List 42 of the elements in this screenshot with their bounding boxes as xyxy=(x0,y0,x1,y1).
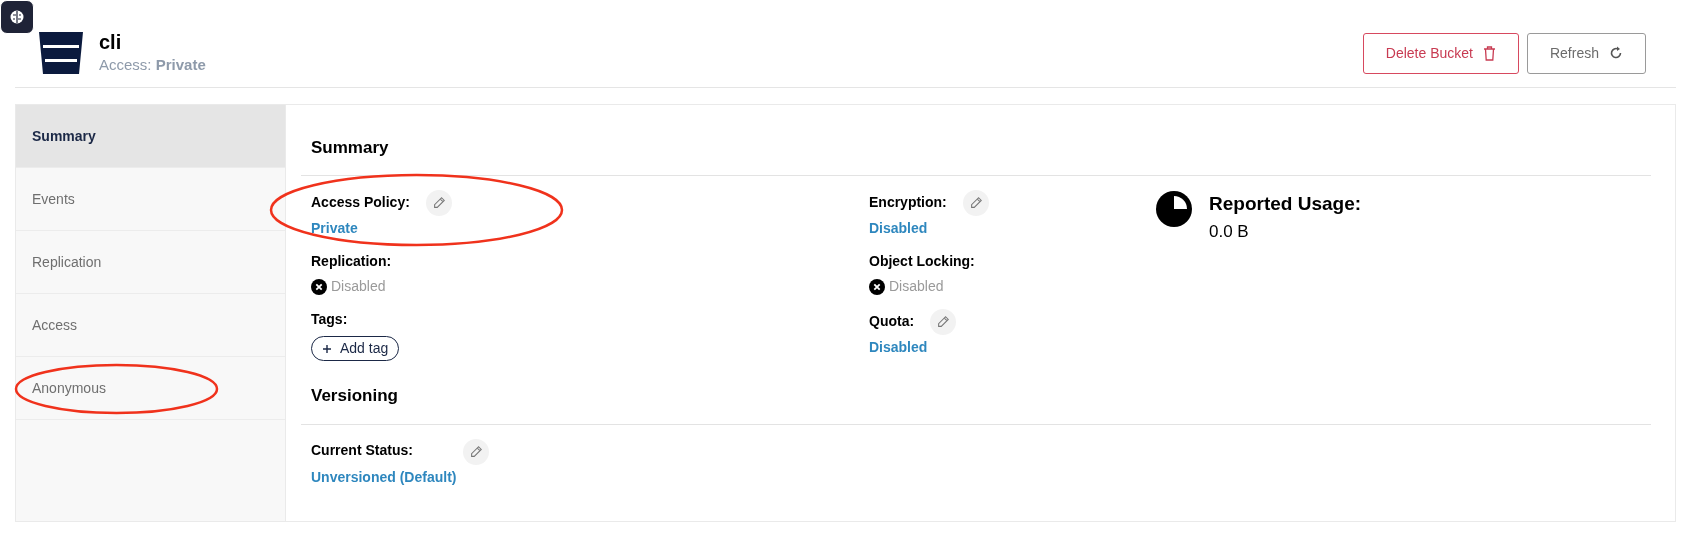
status-text: Disabled xyxy=(331,277,386,296)
pie-chart-icon xyxy=(1155,190,1193,228)
edit-button[interactable] xyxy=(462,438,489,465)
field-label: Replication: xyxy=(311,252,392,271)
bucket-title: cli xyxy=(99,30,123,54)
sidebar-item[interactable]: Replication xyxy=(16,230,285,294)
sidebar-item[interactable]: Anonymous xyxy=(16,356,285,420)
field-label: Tags: xyxy=(311,310,348,329)
sidebar-item[interactable]: Access xyxy=(16,293,285,357)
field-value-link[interactable]: Disabled xyxy=(869,218,989,239)
usage-title: Reported Usage: xyxy=(1209,192,1362,216)
section-title: Versioning xyxy=(301,373,1651,425)
access-text: Access: Private xyxy=(99,55,206,75)
field-value-link[interactable]: Disabled xyxy=(869,337,957,358)
bucket-icon xyxy=(37,30,85,77)
trash-icon xyxy=(1482,45,1496,61)
plus-icon xyxy=(322,344,332,355)
edit-button[interactable] xyxy=(425,190,452,216)
field-label: Current Status: xyxy=(311,441,413,461)
add-tag-button[interactable]: Add tag xyxy=(311,336,400,361)
disabled-x-icon xyxy=(869,278,885,295)
edit-button[interactable] xyxy=(962,190,989,216)
disabled-x-icon xyxy=(311,278,327,295)
pencil-icon xyxy=(936,315,951,329)
pencil-icon xyxy=(431,196,446,210)
refresh-button[interactable]: Refresh xyxy=(1526,32,1646,74)
edit-button[interactable] xyxy=(930,309,957,335)
delete-button[interactable]: Delete Bucket xyxy=(1362,32,1519,74)
field-value-link[interactable]: Private xyxy=(311,218,452,239)
field-label: Access Policy: xyxy=(311,192,410,212)
status-text: Disabled xyxy=(889,277,944,296)
pencil-icon xyxy=(468,444,483,459)
sidebar-item[interactable]: Events xyxy=(16,167,285,231)
refresh-icon xyxy=(1609,46,1623,61)
field-value-link[interactable]: Unversioned (Default) xyxy=(311,466,489,488)
pencil-icon xyxy=(968,196,983,210)
sidebar-item[interactable]: Summary xyxy=(16,104,285,168)
usage-value: 0.0 B xyxy=(1209,220,1250,243)
field-label: Object Locking: xyxy=(869,252,975,271)
section-title: Summary xyxy=(301,104,1651,176)
field-label: Quota: xyxy=(869,311,915,331)
field-label: Encryption: xyxy=(869,192,947,212)
